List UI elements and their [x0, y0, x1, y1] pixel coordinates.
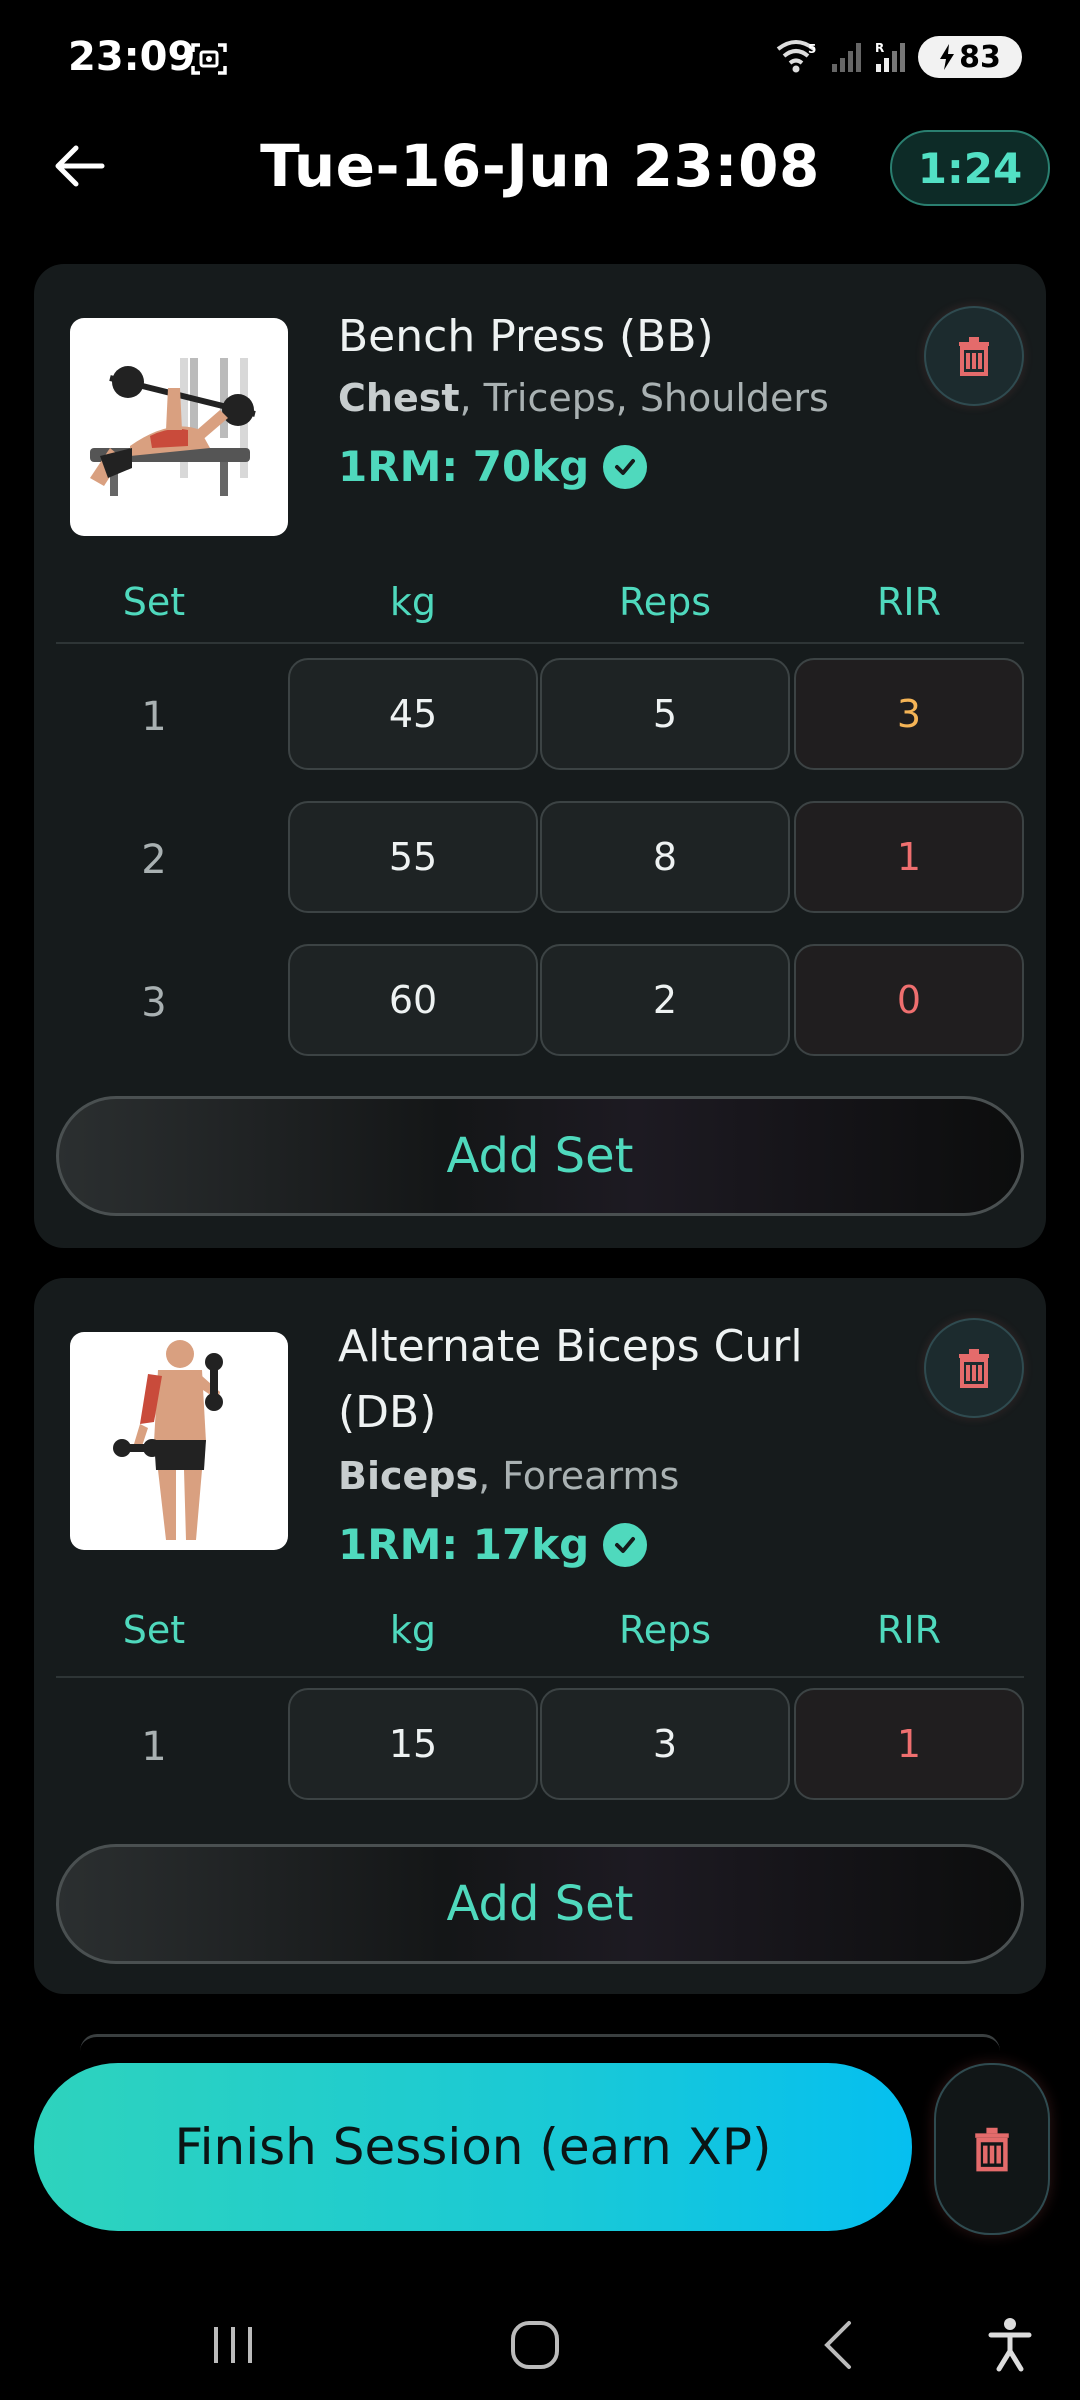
rir-input[interactable]: 1 — [794, 801, 1024, 913]
verified-check-icon — [603, 444, 648, 489]
exercise-thumbnail — [70, 318, 288, 536]
biceps-curl-illustration — [113, 1340, 223, 1540]
column-header-kg: kg — [389, 1608, 437, 1652]
next-card-edge — [80, 2034, 1000, 2051]
home-icon — [511, 2321, 559, 2369]
rir-input[interactable]: 0 — [794, 944, 1024, 1056]
trash-icon — [959, 1349, 989, 1388]
recent-apps-icon — [214, 2327, 252, 2363]
primary-muscle: Chest — [338, 376, 460, 420]
exercise-name: Bench Press (BB) — [338, 311, 714, 362]
rest-timer-badge[interactable]: 1:24 — [890, 130, 1050, 206]
exercise-card: Bench Press (BB) Chest, Triceps, Shoulde… — [34, 264, 1046, 1248]
kg-input[interactable]: 45 — [288, 658, 538, 770]
kg-input[interactable]: 60 — [288, 944, 538, 1056]
accessibility-icon — [988, 2318, 1032, 2372]
system-back-button[interactable] — [804, 2310, 874, 2380]
column-header-kg: kg — [389, 580, 437, 624]
battery-indicator: 83 — [918, 36, 1022, 78]
primary-muscle: Biceps — [338, 1454, 479, 1498]
set-number: 2 — [141, 837, 167, 883]
delete-exercise-button[interactable] — [924, 1318, 1024, 1418]
chevron-left-icon — [824, 2321, 851, 2369]
exercise-name: Alternate Biceps Curl (DB) — [338, 1321, 803, 1438]
set-number: 1 — [141, 694, 167, 740]
secondary-muscles: , Triceps, Shoulders — [459, 376, 829, 420]
one-rm-value: 1RM: 70kg — [338, 442, 590, 491]
bench-press-illustration — [90, 358, 256, 496]
finish-session-button[interactable]: Finish Session (earn XP) — [34, 2063, 912, 2231]
trash-icon — [959, 337, 989, 376]
add-set-button[interactable]: Add Set — [56, 1844, 1024, 1964]
status-bar: 23:09 5 R 83 — [0, 0, 1080, 110]
battery-level: 83 — [959, 39, 1001, 75]
exercise-thumbnail — [70, 1332, 288, 1550]
kg-input[interactable]: 55 — [288, 801, 538, 913]
signal-icon-1 — [832, 43, 861, 72]
secondary-muscles: , Forearms — [478, 1454, 680, 1498]
column-header-reps: Reps — [619, 580, 711, 624]
reps-input[interactable]: 5 — [540, 658, 790, 770]
status-time: 23:09 — [68, 34, 196, 80]
home-button[interactable] — [500, 2310, 570, 2380]
table-divider — [56, 642, 1024, 644]
reps-input[interactable]: 8 — [540, 801, 790, 913]
rir-input[interactable]: 3 — [794, 658, 1024, 770]
table-divider — [56, 1676, 1024, 1678]
signal-badge: R — [875, 41, 884, 55]
charging-icon — [940, 44, 955, 70]
system-nav-bar — [0, 2270, 1080, 2400]
screenshot-icon — [191, 43, 227, 75]
delete-exercise-button[interactable] — [924, 306, 1024, 406]
header: Tue-16-Jun 23:08 1:24 — [0, 110, 1080, 230]
one-rm-label: 1RM: 70kg — [338, 442, 648, 491]
reps-input[interactable]: 2 — [540, 944, 790, 1056]
recent-apps-button[interactable] — [198, 2310, 268, 2380]
set-number: 1 — [141, 1724, 167, 1770]
discard-session-button[interactable] — [934, 2063, 1050, 2235]
column-header-set: Set — [122, 1608, 186, 1652]
column-header-rir: RIR — [876, 580, 941, 624]
trash-icon — [975, 2127, 1009, 2172]
set-number: 3 — [141, 980, 167, 1026]
exercise-card: Alternate Biceps Curl (DB) Biceps, Forea… — [34, 1278, 1046, 1994]
verified-check-icon — [603, 1522, 648, 1567]
wifi-icon: 5 — [776, 40, 816, 73]
exercise-muscles: Chest, Triceps, Shoulders — [338, 376, 829, 420]
column-header-rir: RIR — [876, 1608, 941, 1652]
accessibility-button[interactable] — [975, 2310, 1045, 2380]
exercise-muscles: Biceps, Forearms — [338, 1454, 679, 1498]
one-rm-label: 1RM: 17kg — [338, 1520, 648, 1569]
add-set-button[interactable]: Add Set — [56, 1096, 1024, 1216]
rir-input[interactable]: 1 — [794, 1688, 1024, 1800]
wifi-badge: 5 — [808, 42, 816, 56]
signal-icon-2: R — [875, 41, 905, 72]
column-header-set: Set — [122, 580, 186, 624]
one-rm-value: 1RM: 17kg — [338, 1520, 590, 1569]
kg-input[interactable]: 15 — [288, 1688, 538, 1800]
reps-input[interactable]: 3 — [540, 1688, 790, 1800]
column-header-reps: Reps — [619, 1608, 711, 1652]
